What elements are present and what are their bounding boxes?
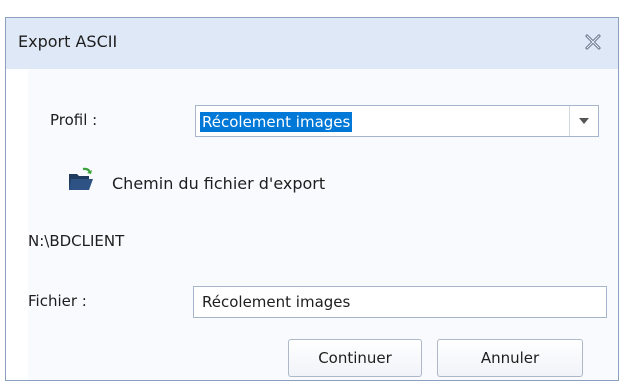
export-path-link[interactable]: Chemin du fichier d'export: [112, 174, 325, 193]
close-icon: [585, 34, 601, 50]
window-title: Export ASCII: [18, 32, 118, 51]
chevron-down-icon: [579, 118, 589, 124]
profile-selected-value: Récolement images: [200, 112, 353, 132]
continue-button[interactable]: Continuer: [288, 339, 422, 377]
file-name-input[interactable]: [193, 286, 607, 318]
profile-dropdown-button[interactable]: [569, 106, 598, 136]
close-button[interactable]: [582, 31, 604, 53]
export-path-value: N:\BDCLIENT: [28, 232, 125, 250]
title-bar[interactable]: Export ASCII: [6, 18, 618, 69]
export-ascii-dialog: Export ASCII Profil : Récolement images: [5, 17, 619, 381]
dialog-content: Profil : Récolement images Chemin du fic…: [28, 69, 618, 380]
file-label: Fichier :: [28, 292, 87, 310]
cancel-button[interactable]: Annuler: [437, 339, 583, 377]
profile-label: Profil :: [50, 111, 98, 129]
profile-select[interactable]: Récolement images: [195, 105, 599, 137]
folder-open-icon[interactable]: [67, 166, 95, 194]
